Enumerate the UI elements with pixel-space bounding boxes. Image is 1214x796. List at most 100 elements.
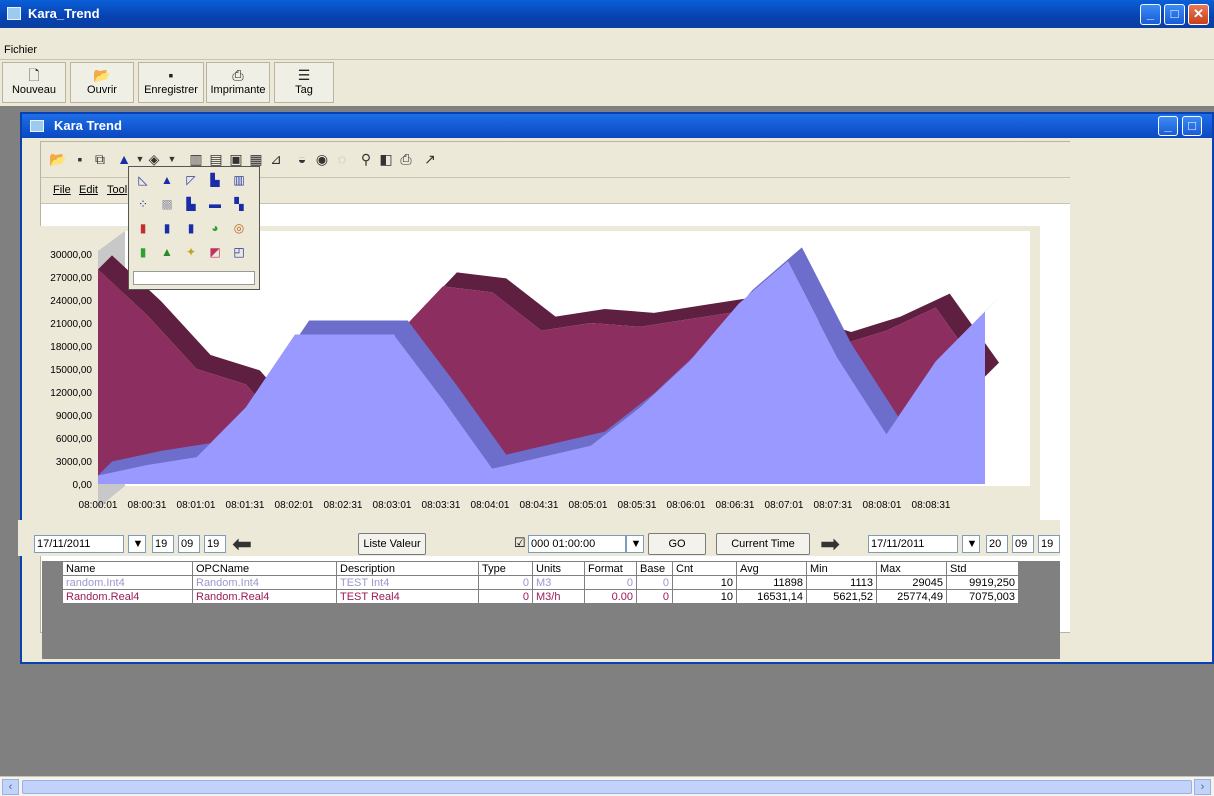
- column-header[interactable]: Units: [532, 561, 585, 576]
- new-button[interactable]: 🗋 Nouveau: [2, 62, 66, 103]
- table-cell: 0: [636, 589, 673, 604]
- tools-icon[interactable]: ↗: [421, 150, 439, 168]
- zoom-icon[interactable]: ⚲: [357, 150, 375, 168]
- liste-valeur-button[interactable]: Liste Valeur: [358, 533, 426, 555]
- save-button[interactable]: ▪ Enregistrer: [138, 62, 204, 103]
- chart-type-option-icon[interactable]: ▥: [229, 171, 249, 189]
- popup-input[interactable]: [133, 271, 255, 285]
- table-cell: 10: [672, 575, 737, 590]
- chart-menu-tools[interactable]: Tool: [107, 184, 127, 196]
- chart-type-option-icon[interactable]: ◕: [205, 219, 225, 237]
- chart-type-option-icon[interactable]: ◸: [181, 171, 201, 189]
- values-grid: Name OPCName Description Type Units Format Bas…: [42, 561, 1060, 659]
- current-time-button[interactable]: Current Time: [716, 533, 810, 555]
- duration-checkbox[interactable]: ☑: [514, 535, 526, 551]
- chart-menu-file[interactable]: File: [53, 184, 71, 196]
- chart-type-option-icon[interactable]: ◰: [229, 243, 249, 261]
- column-header[interactable]: Std: [946, 561, 1019, 576]
- minimize-button[interactable]: _: [1140, 4, 1161, 25]
- chart-type-option-icon[interactable]: ⁘: [133, 195, 153, 213]
- table-row[interactable]: random.Int4 Random.Int4 TEST Int4 0 M3 0 0 10 11…: [62, 575, 1019, 590]
- y-tick-label: 24000,00: [50, 296, 92, 307]
- chart-menu-edit[interactable]: Edit: [79, 184, 98, 196]
- column-header[interactable]: Description: [336, 561, 479, 576]
- duration-field[interactable]: 000 01:00:00: [528, 535, 626, 553]
- forward-arrow-icon[interactable]: ➡: [820, 533, 840, 557]
- column-header[interactable]: Cnt: [672, 561, 737, 576]
- x-tick-label: 08:01:31: [226, 500, 265, 511]
- chart-type-option-icon[interactable]: ▲: [157, 243, 177, 261]
- table-cell: 7075,003: [946, 589, 1019, 604]
- end-second-field[interactable]: 19: [1038, 535, 1060, 553]
- print-button[interactable]: ⎙ Imprimante: [206, 62, 270, 103]
- chart-type-option-icon[interactable]: ◩: [205, 243, 225, 261]
- copy-icon[interactable]: ⧉: [91, 150, 109, 168]
- end-date-dropdown[interactable]: ▼: [962, 535, 980, 553]
- save-disk-icon[interactable]: ▪: [71, 150, 89, 168]
- chart-type-option-icon[interactable]: ◺: [133, 171, 153, 189]
- column-header[interactable]: Format: [584, 561, 637, 576]
- start-minute-field[interactable]: 09: [178, 535, 200, 553]
- start-date-field[interactable]: 17/11/2011: [34, 535, 124, 553]
- close-button[interactable]: ✕: [1188, 4, 1209, 25]
- chart-type-option-icon[interactable]: ▙: [181, 195, 201, 213]
- chart-type-option-icon[interactable]: ▬: [205, 195, 225, 213]
- y-tick-label: 0,00: [73, 480, 93, 491]
- chart-type-option-icon[interactable]: ▙: [205, 171, 225, 189]
- column-header[interactable]: Min: [806, 561, 877, 576]
- print-preview-icon[interactable]: ◧: [377, 150, 395, 168]
- open-folder-icon[interactable]: 📂: [49, 150, 67, 168]
- chart-type-option-icon[interactable]: ▮: [181, 219, 201, 237]
- start-date-dropdown[interactable]: ▼: [128, 535, 146, 553]
- table-cell: 29045: [876, 575, 947, 590]
- new-file-icon: 🗋: [28, 67, 40, 83]
- column-header[interactable]: Max: [876, 561, 947, 576]
- child-maximize-button[interactable]: □: [1182, 116, 1202, 136]
- start-hour-field[interactable]: 19: [152, 535, 174, 553]
- start-second-field[interactable]: 19: [204, 535, 226, 553]
- column-header[interactable]: Base: [636, 561, 673, 576]
- chart-type-option-icon[interactable]: ▚: [229, 195, 249, 213]
- x-tick-label: 08:00:31: [128, 500, 167, 511]
- end-date-field[interactable]: 17/11/2011: [868, 535, 958, 553]
- chart-type-option-icon[interactable]: ▲: [157, 171, 177, 189]
- column-header[interactable]: Avg: [736, 561, 807, 576]
- duration-dropdown[interactable]: ▼: [626, 535, 644, 553]
- scroll-right-icon[interactable]: ›: [1194, 779, 1211, 795]
- chart-type-option-icon[interactable]: ▩: [157, 195, 177, 213]
- column-header[interactable]: Name: [62, 561, 193, 576]
- chart-type-option-icon[interactable]: ▮: [133, 219, 153, 237]
- printer-icon[interactable]: ⎙: [397, 150, 415, 168]
- horizontal-scrollbar[interactable]: ‹ ›: [0, 776, 1214, 796]
- scroll-thumb[interactable]: [22, 780, 1192, 794]
- go-button[interactable]: GO: [648, 533, 706, 555]
- axis-icon[interactable]: ⊿: [267, 150, 285, 168]
- menu-fichier[interactable]: Fichier: [4, 44, 37, 56]
- table-cell: 0: [636, 575, 673, 590]
- scroll-left-icon[interactable]: ‹: [2, 779, 19, 795]
- back-arrow-icon[interactable]: ⬅: [232, 533, 252, 557]
- table-row[interactable]: Random.Real4 Random.Real4 TEST Real4 0 M3/h 0…: [62, 589, 1019, 604]
- table-cell: Random.Real4: [192, 589, 337, 604]
- chart-type-option-icon[interactable]: ✦: [181, 243, 201, 261]
- chart-type-option-icon[interactable]: ▮: [157, 219, 177, 237]
- x-tick-label: 08:02:31: [324, 500, 363, 511]
- x-tick-label: 08:08:31: [912, 500, 951, 511]
- child-minimize-button[interactable]: _: [1158, 116, 1178, 136]
- x-tick-label: 08:03:01: [373, 500, 412, 511]
- rotate-icon[interactable]: ◉: [313, 150, 331, 168]
- maximize-button[interactable]: □: [1164, 4, 1185, 25]
- end-minute-field[interactable]: 09: [1012, 535, 1034, 553]
- chart-type-option-icon[interactable]: ◎: [229, 219, 249, 237]
- end-hour-field[interactable]: 20: [986, 535, 1008, 553]
- chart-type-option-icon[interactable]: ▮: [133, 243, 153, 261]
- table-cell: 5621,52: [806, 589, 877, 604]
- tag-button[interactable]: ☰ Tag: [274, 62, 334, 103]
- column-header[interactable]: Type: [478, 561, 533, 576]
- table-cell: TEST Real4: [336, 589, 479, 604]
- 3d-view-icon[interactable]: ◒: [293, 150, 311, 168]
- open-button[interactable]: 📂 Ouvrir: [70, 62, 134, 103]
- table-cell: 0: [584, 575, 637, 590]
- column-header[interactable]: OPCName: [192, 561, 337, 576]
- palette-icon[interactable]: ◌: [333, 150, 351, 168]
